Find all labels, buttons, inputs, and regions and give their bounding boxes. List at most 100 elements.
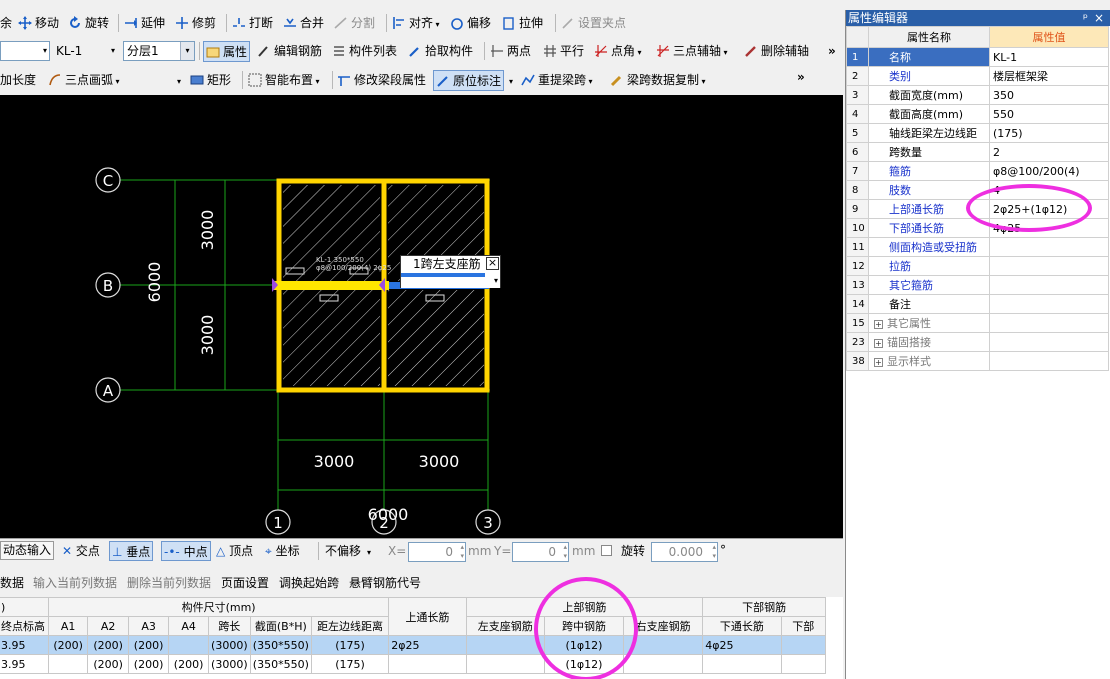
- expand-icon[interactable]: +: [874, 358, 883, 367]
- col-header[interactable]: 下部: [780, 616, 827, 636]
- point-angle-button[interactable]: 点角 ▾: [594, 41, 642, 61]
- property-button[interactable]: 属性: [203, 41, 251, 62]
- selected-beam-kl1[interactable]: [272, 281, 389, 290]
- property-row[interactable]: 6 跨数量 2: [846, 142, 1109, 162]
- table-cell[interactable]: (350*550): [249, 654, 312, 674]
- perpendicular-snap-button[interactable]: ⊥ 垂点: [109, 541, 154, 561]
- two-points-button[interactable]: 两点: [490, 41, 531, 61]
- col-header[interactable]: A3: [127, 616, 170, 636]
- table-cell[interactable]: 4φ25: [702, 635, 782, 655]
- table-cell[interactable]: (3000): [207, 635, 251, 655]
- annotation-dropdown[interactable]: ▾: [509, 70, 513, 90]
- shape-dropdown[interactable]: ▾: [177, 70, 181, 90]
- col-header[interactable]: 截面(B*H): [249, 616, 312, 636]
- move-button[interactable]: 移动: [18, 13, 59, 33]
- property-row[interactable]: 7 箍筋 φ8@100/200(4): [846, 161, 1109, 181]
- merge-button[interactable]: 合并: [283, 13, 324, 33]
- col-header[interactable]: 距左边线距离: [310, 616, 390, 636]
- table-cell[interactable]: [623, 654, 704, 674]
- table-cell[interactable]: [465, 654, 545, 674]
- extend-button[interactable]: 延伸: [124, 13, 165, 33]
- three-point-axis-button[interactable]: 三点辅轴 ▾: [656, 41, 728, 61]
- property-group-row[interactable]: 23 + 锚固搭接: [846, 332, 1109, 352]
- break-button[interactable]: 打断: [232, 13, 273, 33]
- align-button[interactable]: 对齐 ▾: [392, 13, 440, 33]
- table-cell[interactable]: [702, 654, 782, 674]
- cut-button-label[interactable]: 余: [0, 13, 12, 33]
- property-row[interactable]: 11 侧面构造或受扭筋: [846, 237, 1109, 257]
- property-value[interactable]: KL-1: [989, 47, 1109, 67]
- vertex-snap-button[interactable]: △ 顶点: [216, 541, 253, 561]
- add-length-button[interactable]: 加长度: [0, 70, 36, 90]
- midpoint-snap-button[interactable]: -•- 中点: [161, 541, 211, 561]
- property-value[interactable]: [989, 275, 1109, 295]
- property-row[interactable]: 14 备注: [846, 294, 1109, 314]
- table-cell[interactable]: (1φ12): [543, 654, 625, 674]
- table-cell[interactable]: 3.95: [0, 635, 49, 655]
- col-header[interactable]: 终点标高: [0, 616, 49, 636]
- element-select[interactable]: KL-1 ▾: [52, 41, 118, 61]
- toolbar-overflow-button[interactable]: »: [828, 41, 836, 61]
- element-list-button[interactable]: 构件列表: [332, 41, 397, 61]
- table-cell[interactable]: (175): [310, 635, 390, 655]
- table-cell[interactable]: (350*550): [249, 635, 312, 655]
- toolbar-overflow-button[interactable]: »: [797, 67, 805, 87]
- property-value[interactable]: 4φ25: [989, 218, 1109, 238]
- table-row[interactable]: 3.95 (200) (200) (200) (3000) (350*550) …: [0, 654, 827, 674]
- pick-element-button[interactable]: 拾取构件: [408, 41, 473, 61]
- col-header[interactable]: 右支座钢筋: [623, 616, 704, 636]
- property-row[interactable]: 4 截面高度(mm) 550: [846, 104, 1109, 124]
- swap-start-span-button[interactable]: 调换起始跨: [279, 573, 339, 593]
- layer-select[interactable]: 分层1 ▾: [123, 41, 195, 61]
- table-cell[interactable]: (200): [127, 654, 170, 674]
- table-cell[interactable]: 3.95: [0, 654, 49, 674]
- col-header[interactable]: 跨中钢筋: [543, 616, 625, 636]
- delete-current-col-button[interactable]: 删除当前列数据: [127, 573, 211, 593]
- set-grip-button[interactable]: 设置夹点: [561, 13, 626, 33]
- property-value[interactable]: φ8@100/200(4): [989, 161, 1109, 181]
- table-cell[interactable]: (200): [168, 654, 209, 674]
- table-cell[interactable]: [465, 635, 545, 655]
- property-value[interactable]: [989, 256, 1109, 276]
- property-group-row[interactable]: 15 + 其它属性: [846, 313, 1109, 333]
- page-setup-button[interactable]: 页面设置: [221, 573, 269, 593]
- split-button[interactable]: 分割: [334, 13, 375, 33]
- offset-mode-select[interactable]: 不偏移 ▾: [325, 541, 371, 561]
- col-header[interactable]: A4: [168, 616, 209, 636]
- property-row[interactable]: 2 类别 楼层框架梁: [846, 66, 1109, 86]
- table-cell[interactable]: [388, 654, 467, 674]
- coordinate-snap-button[interactable]: ⌖ 坐标: [265, 541, 300, 561]
- parallel-button[interactable]: 平行: [543, 41, 584, 61]
- rebar-input-popup[interactable]: 1跨左支座筋 × ▾: [400, 255, 501, 288]
- popup-input[interactable]: ▾: [401, 273, 500, 288]
- property-row[interactable]: 10 下部通长筋 4φ25: [846, 218, 1109, 238]
- col-header[interactable]: A1: [47, 616, 89, 636]
- property-row[interactable]: 1 名称 KL-1: [846, 47, 1109, 67]
- col-header[interactable]: 跨长: [207, 616, 251, 636]
- property-value[interactable]: 4: [989, 180, 1109, 200]
- stretch-button[interactable]: 拉伸: [502, 13, 543, 33]
- re-extract-span-button[interactable]: 重提梁跨 ▾: [521, 70, 593, 90]
- col-header[interactable]: 下通长筋: [702, 616, 782, 636]
- property-value[interactable]: [989, 237, 1109, 257]
- copy-span-data-button[interactable]: 梁跨数据复制 ▾: [610, 70, 706, 90]
- cantilever-code-button[interactable]: 悬臂钢筋代号: [349, 573, 421, 593]
- dynamic-input-button[interactable]: 动态输入: [0, 541, 55, 560]
- drawing-canvas[interactable]: KL-1 350*550 φ8@100/200(4) 2φ25 C B A 1 …: [0, 95, 843, 538]
- table-cell[interactable]: (1φ12): [543, 635, 625, 655]
- three-point-arc-button[interactable]: 三点画弧 ▾: [48, 70, 120, 90]
- smart-layout-button[interactable]: 智能布置 ▾: [248, 70, 320, 90]
- edit-rebar-button[interactable]: 编辑钢筋: [257, 41, 322, 61]
- pin-icon[interactable]: ᵖ: [1083, 10, 1088, 26]
- table-row[interactable]: 3.95 (200) (200) (200) (3000) (350*550) …: [0, 635, 827, 655]
- close-icon[interactable]: ×: [1094, 10, 1104, 26]
- trim-button[interactable]: 修剪: [175, 13, 216, 33]
- property-group-name[interactable]: + 显示样式: [868, 351, 990, 371]
- table-cell[interactable]: (200): [47, 635, 89, 655]
- intersection-snap-button[interactable]: ✕ 交点: [62, 541, 100, 561]
- rectangle-button[interactable]: 矩形: [190, 70, 231, 90]
- table-cell[interactable]: 2φ25: [388, 635, 467, 655]
- property-row[interactable]: 8 肢数 4: [846, 180, 1109, 200]
- property-value[interactable]: (175): [989, 123, 1109, 143]
- data-menu[interactable]: 数据: [0, 573, 24, 593]
